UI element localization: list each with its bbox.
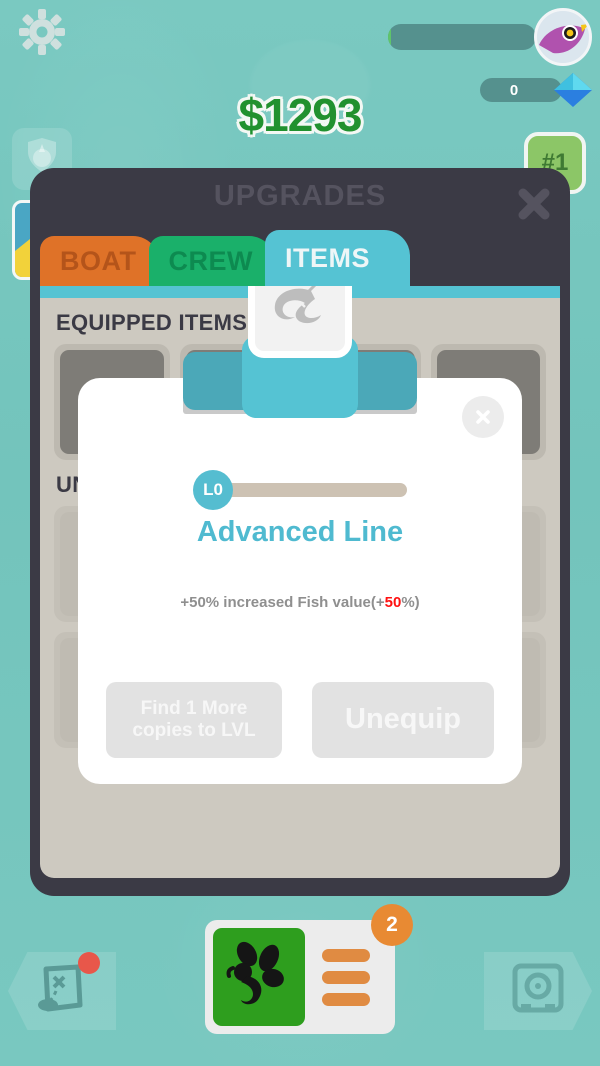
find-more-copies-button[interactable]: Find 1 More copies to LVL xyxy=(106,682,282,758)
tab-bar: BOAT CREW ITEMS xyxy=(40,230,411,286)
tab-boat[interactable]: BOAT xyxy=(40,236,159,286)
close-icon xyxy=(473,407,493,427)
close-icon xyxy=(512,188,556,230)
safe-vault-icon xyxy=(509,962,567,1021)
menu-lines-icon xyxy=(322,948,370,962)
fish-hook-icon xyxy=(225,938,293,1017)
item-detail-modal: L0 Advanced Line +50% increased Fish val… xyxy=(78,254,522,784)
safe-button[interactable] xyxy=(484,952,592,1030)
fish-button[interactable] xyxy=(213,928,305,1026)
modal-actions: Find 1 More copies to LVL Unequip xyxy=(106,682,494,758)
tab-boat-label: BOAT xyxy=(60,245,137,276)
find-more-line1: Find 1 More xyxy=(140,698,248,720)
page-title: UPGRADES xyxy=(213,180,387,212)
money-display: $1293 xyxy=(238,89,363,141)
menu-button[interactable] xyxy=(305,948,387,1006)
panel-close-button[interactable] xyxy=(512,182,556,226)
game-screen: 0 $1293 #1 UPGRADES BOAT CREW ITEMS EQUI… xyxy=(0,0,600,1066)
item-description-prefix: +50% increased Fish value(+ xyxy=(180,594,385,611)
find-more-line2: copies to LVL xyxy=(132,720,256,741)
tab-crew-label: CREW xyxy=(168,245,253,276)
item-description-highlight: 50 xyxy=(384,594,402,611)
bottom-dock: 2 xyxy=(205,904,413,1034)
settings-button[interactable] xyxy=(18,8,66,56)
tab-crew[interactable]: CREW xyxy=(148,236,275,286)
item-level-progress xyxy=(225,483,407,497)
menu-badge: 2 xyxy=(371,904,413,946)
item-description: +50% increased Fish value(+50%) xyxy=(78,594,522,611)
map-notification-dot xyxy=(78,952,100,974)
item-description-suffix: %) xyxy=(401,594,420,611)
unequip-button[interactable]: Unequip xyxy=(312,682,494,758)
bird-avatar-icon xyxy=(537,11,589,63)
item-level-row: L0 xyxy=(78,470,522,510)
gear-icon xyxy=(18,8,66,56)
item-name: Advanced Line xyxy=(196,516,404,548)
xp-progress-bar xyxy=(388,24,536,50)
unequip-label: Unequip xyxy=(345,703,461,736)
menu-lines-icon xyxy=(322,970,370,984)
tab-items-label: ITEMS xyxy=(285,242,371,273)
tab-items[interactable]: ITEMS xyxy=(265,230,411,286)
modal-close-button[interactable] xyxy=(462,396,504,438)
menu-badge-count: 2 xyxy=(386,913,398,936)
menu-lines-icon xyxy=(322,992,370,1006)
avatar[interactable] xyxy=(534,8,592,66)
item-level-badge: L0 xyxy=(193,470,233,510)
item-plaque xyxy=(183,254,417,426)
